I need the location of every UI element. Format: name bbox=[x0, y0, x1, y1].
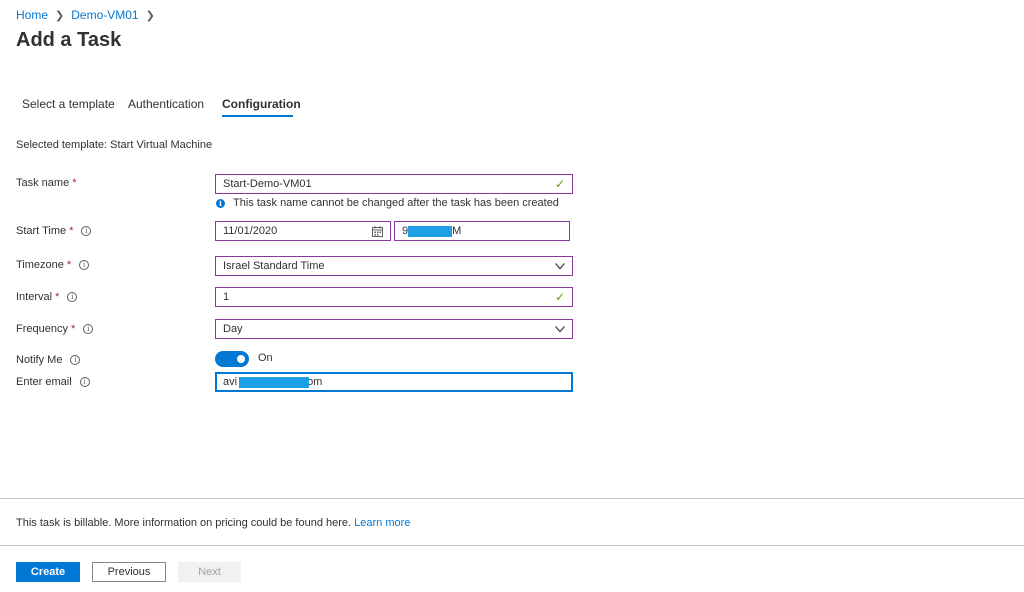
divider bbox=[0, 545, 1024, 546]
start-time-input[interactable]: 9M bbox=[394, 221, 570, 241]
chevron-right-icon: ❯ bbox=[145, 9, 155, 22]
info-filled-icon: i bbox=[216, 198, 225, 208]
info-icon[interactable]: i bbox=[67, 292, 78, 302]
billing-notice: This task is billable. More information … bbox=[16, 517, 410, 529]
next-button[interactable]: Next bbox=[178, 562, 241, 582]
email-visible-start: avi bbox=[223, 376, 238, 388]
toggle-knob bbox=[237, 355, 245, 363]
redaction-mark bbox=[408, 226, 452, 237]
info-icon[interactable]: i bbox=[83, 324, 94, 334]
billing-text: This task is billable. More information … bbox=[16, 517, 352, 529]
start-time-value: 9M bbox=[402, 225, 562, 237]
chevron-down-icon bbox=[555, 326, 565, 333]
breadcrumb: Home ❯ Demo-VM01 ❯ bbox=[16, 8, 162, 22]
start-date-picker[interactable]: 11/01/2020 bbox=[215, 221, 391, 241]
email-visible-end: om bbox=[307, 376, 323, 388]
required-marker: * bbox=[66, 259, 72, 271]
required-marker: * bbox=[55, 291, 60, 303]
start-time-label-text: Start Time bbox=[16, 225, 67, 237]
chevron-right-icon: ❯ bbox=[55, 9, 65, 22]
frequency-label: Frequency * i bbox=[16, 323, 94, 335]
task-name-hint: i This task name cannot be changed after… bbox=[216, 197, 559, 209]
email-label-text: Enter email bbox=[16, 376, 72, 388]
create-button[interactable]: Create bbox=[16, 562, 80, 582]
interval-label: Interval * i bbox=[16, 291, 78, 303]
tab-authentication[interactable]: Authentication bbox=[128, 97, 204, 111]
task-name-label-text: Task name bbox=[16, 177, 70, 189]
task-name-input[interactable]: Start-Demo-VM01 ✓ bbox=[215, 174, 573, 194]
active-tab-indicator bbox=[222, 115, 293, 117]
required-marker: * bbox=[70, 323, 76, 335]
page-title: Add a Task bbox=[16, 29, 122, 51]
timezone-dropdown[interactable]: Israel Standard Time bbox=[215, 256, 573, 276]
email-label: Enter email i bbox=[16, 376, 90, 388]
task-name-value: Start-Demo-VM01 bbox=[223, 178, 312, 190]
timezone-label-text: Timezone bbox=[16, 259, 64, 271]
selected-template-text: Selected template: Start Virtual Machine bbox=[16, 139, 213, 151]
frequency-dropdown[interactable]: Day bbox=[215, 319, 573, 339]
learn-more-link[interactable]: Learn more bbox=[354, 517, 410, 529]
checkmark-icon: ✓ bbox=[554, 290, 565, 304]
divider bbox=[0, 498, 1024, 499]
tab-configuration[interactable]: Configuration bbox=[222, 97, 301, 111]
task-name-hint-text: This task name cannot be changed after t… bbox=[233, 197, 559, 209]
redaction-mark bbox=[239, 377, 309, 388]
timezone-value: Israel Standard Time bbox=[223, 260, 325, 272]
interval-input[interactable]: 1 ✓ bbox=[215, 287, 573, 307]
notify-me-toggle[interactable] bbox=[215, 351, 249, 367]
chevron-down-icon bbox=[555, 263, 565, 270]
start-time-visible-end: M bbox=[452, 225, 462, 237]
start-date-value: 11/01/2020 bbox=[223, 225, 278, 237]
notify-me-state: On bbox=[258, 352, 273, 364]
info-icon[interactable]: i bbox=[79, 377, 90, 387]
tab-select-template[interactable]: Select a template bbox=[22, 97, 115, 111]
info-icon[interactable]: i bbox=[70, 355, 81, 365]
info-icon[interactable]: i bbox=[79, 260, 90, 270]
notify-me-label-text: Notify Me bbox=[16, 354, 63, 366]
required-marker: * bbox=[72, 177, 77, 189]
calendar-icon[interactable] bbox=[372, 225, 383, 237]
interval-value: 1 bbox=[223, 291, 230, 303]
email-value: avi om bbox=[223, 376, 565, 388]
timezone-label: Timezone * i bbox=[16, 259, 90, 271]
frequency-value: Day bbox=[223, 323, 243, 335]
breadcrumb-vm-link[interactable]: Demo-VM01 bbox=[71, 8, 138, 22]
previous-button[interactable]: Previous bbox=[92, 562, 166, 582]
email-input[interactable]: avi om bbox=[215, 372, 573, 392]
task-name-label: Task name * bbox=[16, 177, 76, 189]
notify-me-label: Notify Me i bbox=[16, 354, 81, 366]
start-time-label: Start Time * i bbox=[16, 225, 92, 237]
breadcrumb-home-link[interactable]: Home bbox=[16, 8, 48, 22]
interval-label-text: Interval bbox=[16, 291, 53, 303]
frequency-label-text: Frequency bbox=[16, 323, 68, 335]
required-marker: * bbox=[69, 225, 74, 237]
info-icon[interactable]: i bbox=[81, 226, 92, 236]
checkmark-icon: ✓ bbox=[554, 177, 565, 191]
